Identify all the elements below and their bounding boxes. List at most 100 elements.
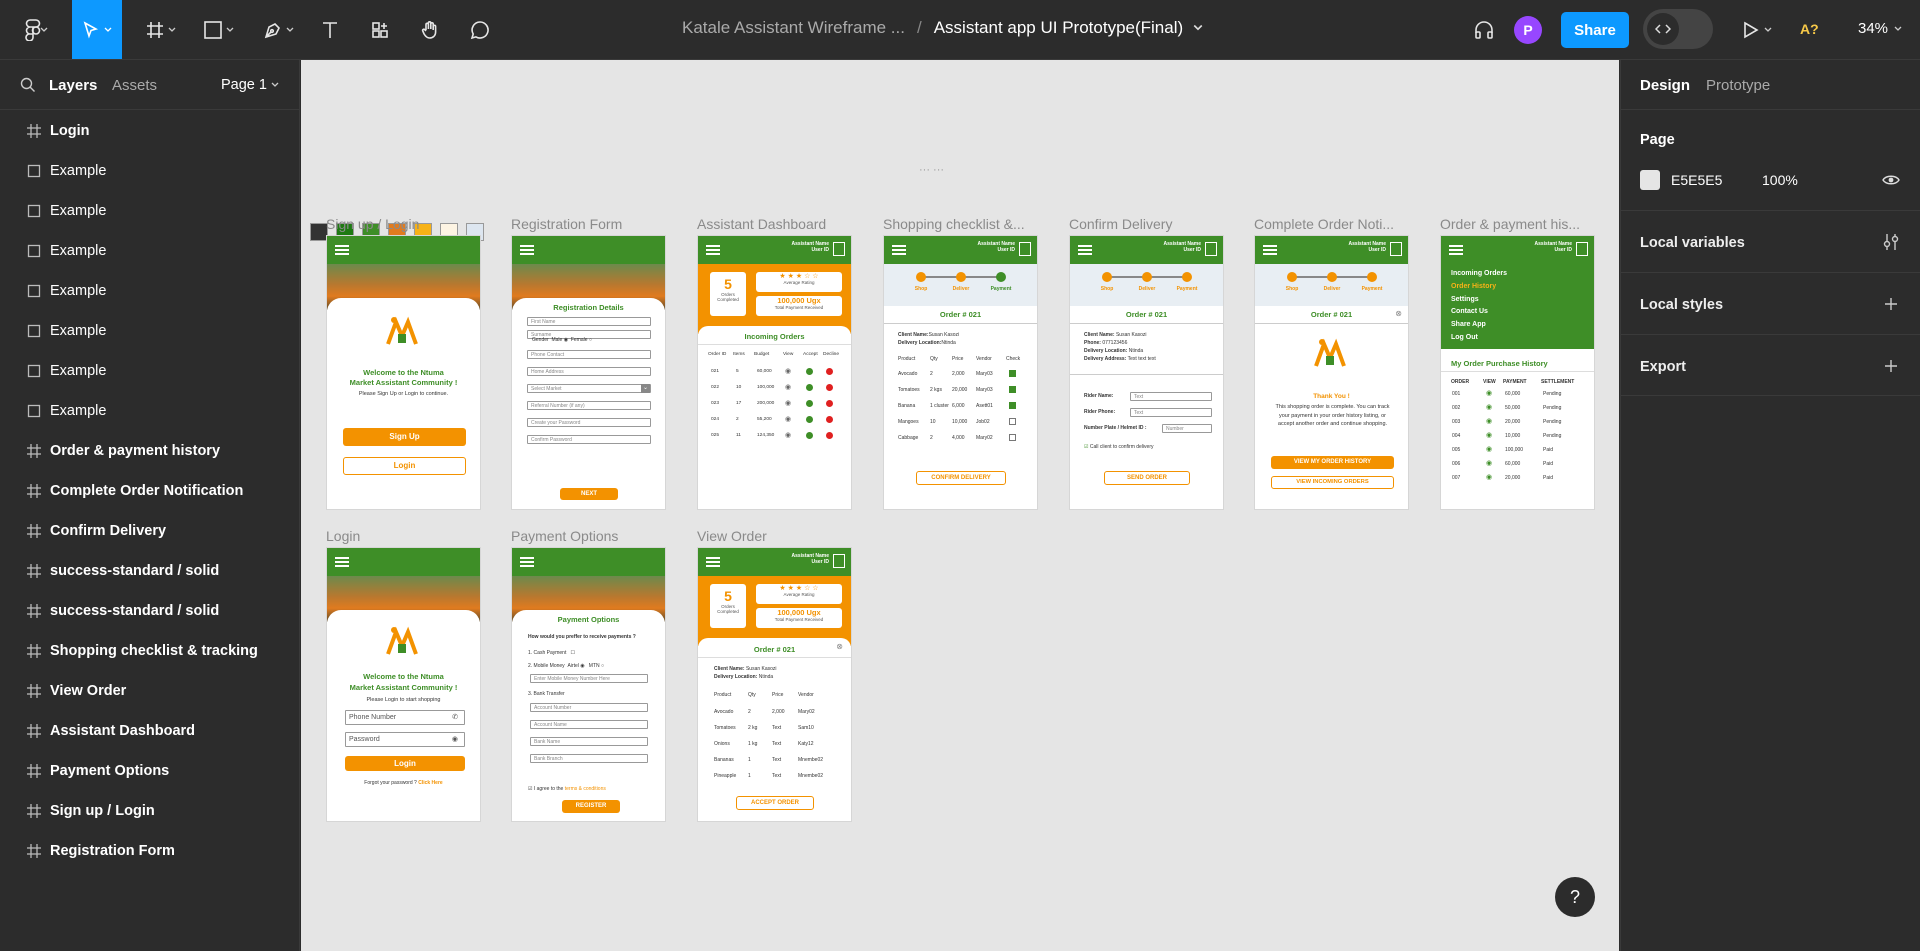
layer-item[interactable]: Example — [0, 271, 300, 311]
reg-input[interactable]: First Name — [527, 317, 651, 326]
frame-label-history[interactable]: Order & payment his... — [1440, 216, 1580, 232]
page-color-value[interactable]: E5E5E5 — [1671, 172, 1722, 188]
reg-input[interactable]: Select Market ⌄ — [527, 384, 651, 393]
accept-order-button[interactable]: ACCEPT ORDER — [736, 796, 814, 810]
layer-item[interactable]: Sign up / Login — [0, 791, 300, 831]
login-submit-button[interactable]: Login — [345, 756, 465, 771]
airtel-option[interactable]: Airtel — [567, 663, 578, 669]
checkbox-checked-icon[interactable] — [1009, 402, 1016, 409]
send-order-button[interactable]: SEND ORDER — [1104, 471, 1190, 485]
frame-label-complete[interactable]: Complete Order Noti... — [1254, 216, 1394, 232]
design-canvas[interactable]: ··· ··· Sign up / Login Registration For… — [301, 60, 1619, 951]
tab-layers[interactable]: Layers — [49, 77, 97, 94]
frame-history[interactable]: Assistant Name User ID Incoming Orders Ord… — [1440, 235, 1595, 510]
profile-icon[interactable] — [1390, 242, 1402, 256]
zoom-control[interactable]: 34% — [1858, 20, 1902, 37]
plate-input[interactable]: Number — [1162, 424, 1212, 433]
share-button[interactable]: Share — [1561, 12, 1629, 48]
page-color-swatch[interactable] — [1640, 170, 1660, 190]
audio-button[interactable] — [1470, 14, 1498, 46]
frame-tool-button[interactable] — [140, 14, 180, 46]
view-history-button[interactable]: VIEW MY ORDER HISTORY — [1271, 456, 1394, 469]
menu-item[interactable]: Order History — [1451, 281, 1507, 294]
menu-item[interactable]: Incoming Orders — [1451, 268, 1507, 281]
register-button[interactable]: REGISTER — [562, 800, 620, 813]
view-icon[interactable]: ◉ — [785, 367, 791, 375]
reg-input[interactable]: Phone Contact — [527, 350, 651, 359]
confirm-delivery-button[interactable]: CONFIRM DELIVERY — [916, 471, 1006, 485]
view-icon[interactable]: ◉ — [1486, 389, 1492, 397]
plus-icon[interactable] — [1884, 359, 1898, 373]
bank-input[interactable]: Account Number — [530, 703, 648, 712]
local-variables-section[interactable]: Local variables — [1621, 210, 1920, 272]
local-styles-section[interactable]: Local styles — [1621, 272, 1920, 334]
frame-dashboard[interactable]: Assistant Name User ID 5 Orders Completed… — [697, 235, 852, 510]
tab-assets[interactable]: Assets — [112, 77, 157, 94]
menu-item[interactable]: Settings — [1451, 294, 1507, 307]
layer-item[interactable]: success-standard / solid — [0, 591, 300, 631]
decline-icon[interactable] — [826, 368, 833, 375]
profile-icon[interactable] — [1576, 242, 1588, 256]
rider-name-input[interactable]: Text — [1130, 392, 1212, 401]
close-icon[interactable]: ⊗ — [836, 642, 843, 651]
menu-item[interactable]: Contact Us — [1451, 306, 1507, 319]
dev-mode-toggle[interactable] — [1643, 9, 1713, 49]
bank-input[interactable]: Account Name — [530, 720, 648, 729]
layer-item[interactable]: Example — [0, 151, 300, 191]
reg-input[interactable]: Home Address — [527, 367, 651, 376]
layer-item[interactable]: Assistant Dashboard — [0, 711, 300, 751]
cash-option[interactable]: 1. Cash Payment ☐ — [528, 650, 575, 656]
terms-link[interactable]: terms & conditions — [565, 786, 606, 792]
layer-item[interactable]: Shopping checklist & tracking — [0, 631, 300, 671]
next-button[interactable]: NEXT — [560, 488, 618, 500]
accept-icon[interactable] — [806, 400, 813, 407]
frame-payment[interactable]: Payment Options How would you preffer to… — [511, 547, 666, 822]
frame-shopping[interactable]: Assistant Name User ID Shop Deliver Payment… — [883, 235, 1038, 510]
layer-item[interactable]: success-standard / solid — [0, 551, 300, 591]
checkbox-icon[interactable] — [1009, 434, 1016, 441]
terms-checkbox[interactable]: ☑ I agree to the terms & conditions — [528, 786, 606, 792]
checkbox-checked-icon[interactable] — [1009, 370, 1016, 377]
male-option[interactable]: Male — [551, 337, 562, 343]
menu-item[interactable]: Share App — [1451, 319, 1507, 332]
eye-icon[interactable]: ◉ — [452, 733, 458, 746]
frame-label-registration[interactable]: Registration Form — [511, 216, 622, 232]
reg-input[interactable]: Referral Number (if any) — [527, 401, 651, 410]
decline-icon[interactable] — [826, 384, 833, 391]
decline-icon[interactable] — [826, 416, 833, 423]
frame-registration[interactable]: Registration Details First Name Surname Ph… — [511, 235, 666, 510]
view-icon[interactable]: ◉ — [785, 399, 791, 407]
tab-design[interactable]: Design — [1640, 77, 1690, 94]
view-icon[interactable]: ◉ — [785, 415, 791, 423]
resources-button[interactable] — [366, 14, 394, 46]
layer-item[interactable]: View Order — [0, 671, 300, 711]
accept-icon[interactable] — [806, 432, 813, 439]
mobile-money-input[interactable]: Enter Mobile Money Number Here — [530, 674, 648, 683]
frame-label-shopping[interactable]: Shopping checklist &... — [883, 216, 1025, 232]
bank-input[interactable]: Bank Branch — [530, 754, 648, 763]
layer-item[interactable]: Example — [0, 191, 300, 231]
layer-item[interactable]: Login — [0, 111, 300, 151]
bank-input[interactable]: Bank Name — [530, 737, 648, 746]
accept-icon[interactable] — [806, 384, 813, 391]
search-icon[interactable] — [20, 77, 36, 93]
move-tool-button[interactable] — [72, 0, 122, 59]
mtn-option[interactable]: MTN — [589, 663, 600, 669]
shape-tool-button[interactable] — [198, 14, 238, 46]
close-icon[interactable]: ⊗ — [1395, 309, 1402, 318]
frame-vieworder[interactable]: Assistant Name User ID 5 Orders Completed… — [697, 547, 852, 822]
view-icon[interactable]: ◉ — [1486, 417, 1492, 425]
accept-icon[interactable] — [806, 416, 813, 423]
view-icon[interactable]: ◉ — [785, 383, 791, 391]
checkbox-checked-icon[interactable] — [1009, 386, 1016, 393]
view-icon[interactable]: ◉ — [1486, 403, 1492, 411]
frame-label-payment[interactable]: Payment Options — [511, 528, 618, 544]
reg-input[interactable]: Confirm Password — [527, 435, 651, 444]
frame-signup[interactable]: Welcome to the Ntuma Market Assistant Co… — [326, 235, 481, 510]
layer-item[interactable]: Payment Options — [0, 751, 300, 791]
layer-item[interactable]: Registration Form — [0, 831, 300, 871]
view-icon[interactable]: ◉ — [1486, 473, 1492, 481]
click-here-link[interactable]: Click Here — [418, 780, 442, 786]
plus-icon[interactable] — [1884, 297, 1898, 311]
present-button[interactable] — [1736, 14, 1776, 46]
